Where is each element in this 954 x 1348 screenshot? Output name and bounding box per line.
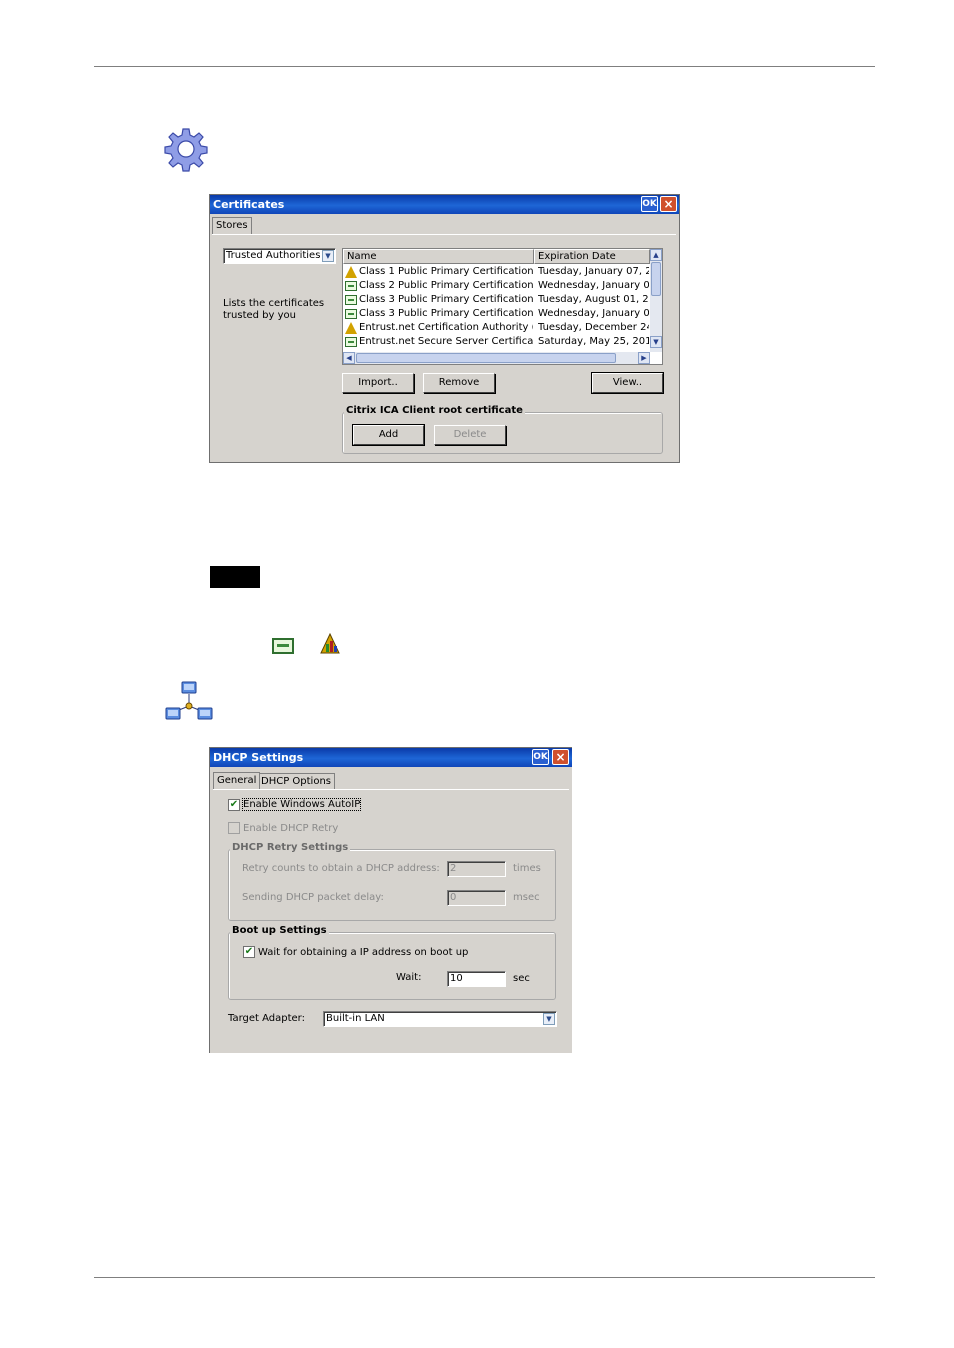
note-box <box>210 566 260 588</box>
cert-name: Class 2 Public Primary Certification A..… <box>359 280 533 291</box>
wait-ip-label[interactable]: Wait for obtaining a IP address on boot … <box>258 947 468 958</box>
tab-stores[interactable]: Stores <box>212 217 252 234</box>
certificates-dialog: Certificates OK × Stores Trusted Authori… <box>209 194 680 463</box>
wait-unit: sec <box>513 973 530 984</box>
cert-expiration: Tuesday, December 24 <box>538 322 649 333</box>
vertical-scrollbar[interactable]: ▲ ▼ <box>650 249 662 352</box>
scroll-left-icon[interactable]: ◀ <box>343 352 355 364</box>
cert-name: Class 3 Public Primary Certification A..… <box>359 294 533 305</box>
store-select[interactable]: Trusted Authorities ▼ <box>223 248 336 264</box>
certificate-list[interactable]: Name Expiration Date Class 1 Public Prim… <box>342 248 663 365</box>
retry-counts-label: Retry counts to obtain a DHCP address: <box>242 863 440 874</box>
authority-icon <box>345 266 357 278</box>
scroll-down-icon[interactable]: ▼ <box>650 336 662 348</box>
certificates-titlebar: Certificates OK × <box>210 195 679 214</box>
top-rule <box>94 66 875 67</box>
certificates-title: Certificates <box>213 198 285 211</box>
network-icon <box>164 680 214 724</box>
target-adapter-label: Target Adapter: <box>228 1013 305 1024</box>
cert-expiration: Tuesday, August 01, 2. <box>538 294 649 305</box>
view-button[interactable]: View.. <box>591 372 664 394</box>
import-button[interactable]: Import.. <box>342 373 414 393</box>
scroll-right-icon[interactable]: ▶ <box>638 352 650 364</box>
retry-settings-label: DHCP Retry Settings <box>230 842 351 853</box>
list-item[interactable]: Class 3 Public Primary Certification A..… <box>343 293 650 307</box>
chevron-down-icon[interactable]: ▼ <box>543 1013 555 1025</box>
target-adapter-select[interactable]: Built-in LAN ▼ <box>323 1011 557 1027</box>
delete-button[interactable]: Delete <box>434 425 506 445</box>
certificate-icon <box>345 309 357 319</box>
wait-label: Wait: <box>396 972 422 983</box>
retry-counts-input[interactable]: 2 <box>447 861 506 877</box>
dhcp-titlebar: DHCP Settings OK × <box>210 748 572 767</box>
vertical-scroll-thumb[interactable] <box>651 262 661 296</box>
dhcp-dialog: DHCP Settings OK × General DHCP Options … <box>209 747 572 1053</box>
enable-autoip-checkbox[interactable]: ✔ <box>228 799 240 811</box>
ok-button[interactable]: OK <box>532 749 549 765</box>
enable-retry-checkbox[interactable] <box>228 822 240 834</box>
certificate-icon <box>345 295 357 305</box>
enable-autoip-label[interactable]: Enable Windows AutoIP <box>241 798 362 811</box>
packet-delay-unit: msec <box>513 892 540 903</box>
scroll-up-icon[interactable]: ▲ <box>650 249 662 261</box>
target-adapter-value: Built-in LAN <box>326 1013 385 1024</box>
citrix-root-group-label: Citrix ICA Client root certificate <box>344 405 525 416</box>
list-item[interactable]: Entrust.net Secure Server Certificat... S… <box>343 335 650 349</box>
list-item[interactable]: Entrust.net Certification Authority (...… <box>343 321 650 335</box>
authority-icon <box>345 322 357 334</box>
close-icon[interactable]: × <box>552 749 569 765</box>
boot-settings-label: Boot up Settings <box>230 925 329 936</box>
authority-icon <box>319 632 341 655</box>
horizontal-scroll-thumb[interactable] <box>356 353 616 363</box>
list-item[interactable]: Class 1 Public Primary Certification A..… <box>343 265 650 279</box>
list-item[interactable]: Class 3 Public Primary Certification A..… <box>343 307 650 321</box>
chevron-down-icon[interactable]: ▼ <box>322 250 334 262</box>
tab-divider <box>212 234 676 235</box>
enable-retry-label[interactable]: Enable DHCP Retry <box>243 823 338 834</box>
bottom-rule <box>94 1277 875 1278</box>
close-icon[interactable]: × <box>660 196 677 212</box>
store-select-value: Trusted Authorities <box>226 250 321 261</box>
horizontal-scrollbar[interactable]: ◀ ▶ <box>343 352 650 364</box>
list-item[interactable]: Class 2 Public Primary Certification A..… <box>343 279 650 293</box>
remove-button[interactable]: Remove <box>423 373 495 393</box>
column-expiration[interactable]: Expiration Date <box>534 249 650 264</box>
column-name[interactable]: Name <box>343 249 534 264</box>
cert-name: Class 1 Public Primary Certification A..… <box>359 266 533 277</box>
store-description: Lists the certificates trusted by you <box>223 298 325 321</box>
cert-name: Entrust.net Certification Authority (... <box>359 322 533 333</box>
certificate-icon <box>272 638 294 654</box>
dhcp-title: DHCP Settings <box>213 751 304 764</box>
wait-input[interactable]: 10 <box>447 971 506 987</box>
tab-divider <box>213 789 569 790</box>
boot-settings-group <box>228 932 556 1000</box>
retry-counts-unit: times <box>513 863 541 874</box>
packet-delay-input[interactable]: 0 <box>447 890 506 906</box>
cert-name: Class 3 Public Primary Certification A..… <box>359 308 533 319</box>
cert-expiration: Wednesday, January 0. <box>538 280 649 291</box>
tab-general[interactable]: General <box>213 772 261 789</box>
packet-delay-label: Sending DHCP packet delay: <box>242 892 384 903</box>
ok-button[interactable]: OK <box>641 196 658 212</box>
cert-expiration: Tuesday, January 07, 2 <box>538 266 649 277</box>
cert-name: Entrust.net Secure Server Certificat... <box>359 336 533 347</box>
gear-icon <box>163 126 209 172</box>
cert-expiration: Wednesday, January 0. <box>538 308 649 319</box>
tab-dhcp-options[interactable]: DHCP Options <box>257 773 335 789</box>
certificate-icon <box>345 337 357 347</box>
cert-expiration: Saturday, May 25, 2019 <box>538 336 649 347</box>
certificate-icon <box>345 281 357 291</box>
retry-settings-group <box>228 849 556 921</box>
add-button[interactable]: Add <box>352 424 425 446</box>
wait-ip-checkbox[interactable]: ✔ <box>243 946 255 958</box>
